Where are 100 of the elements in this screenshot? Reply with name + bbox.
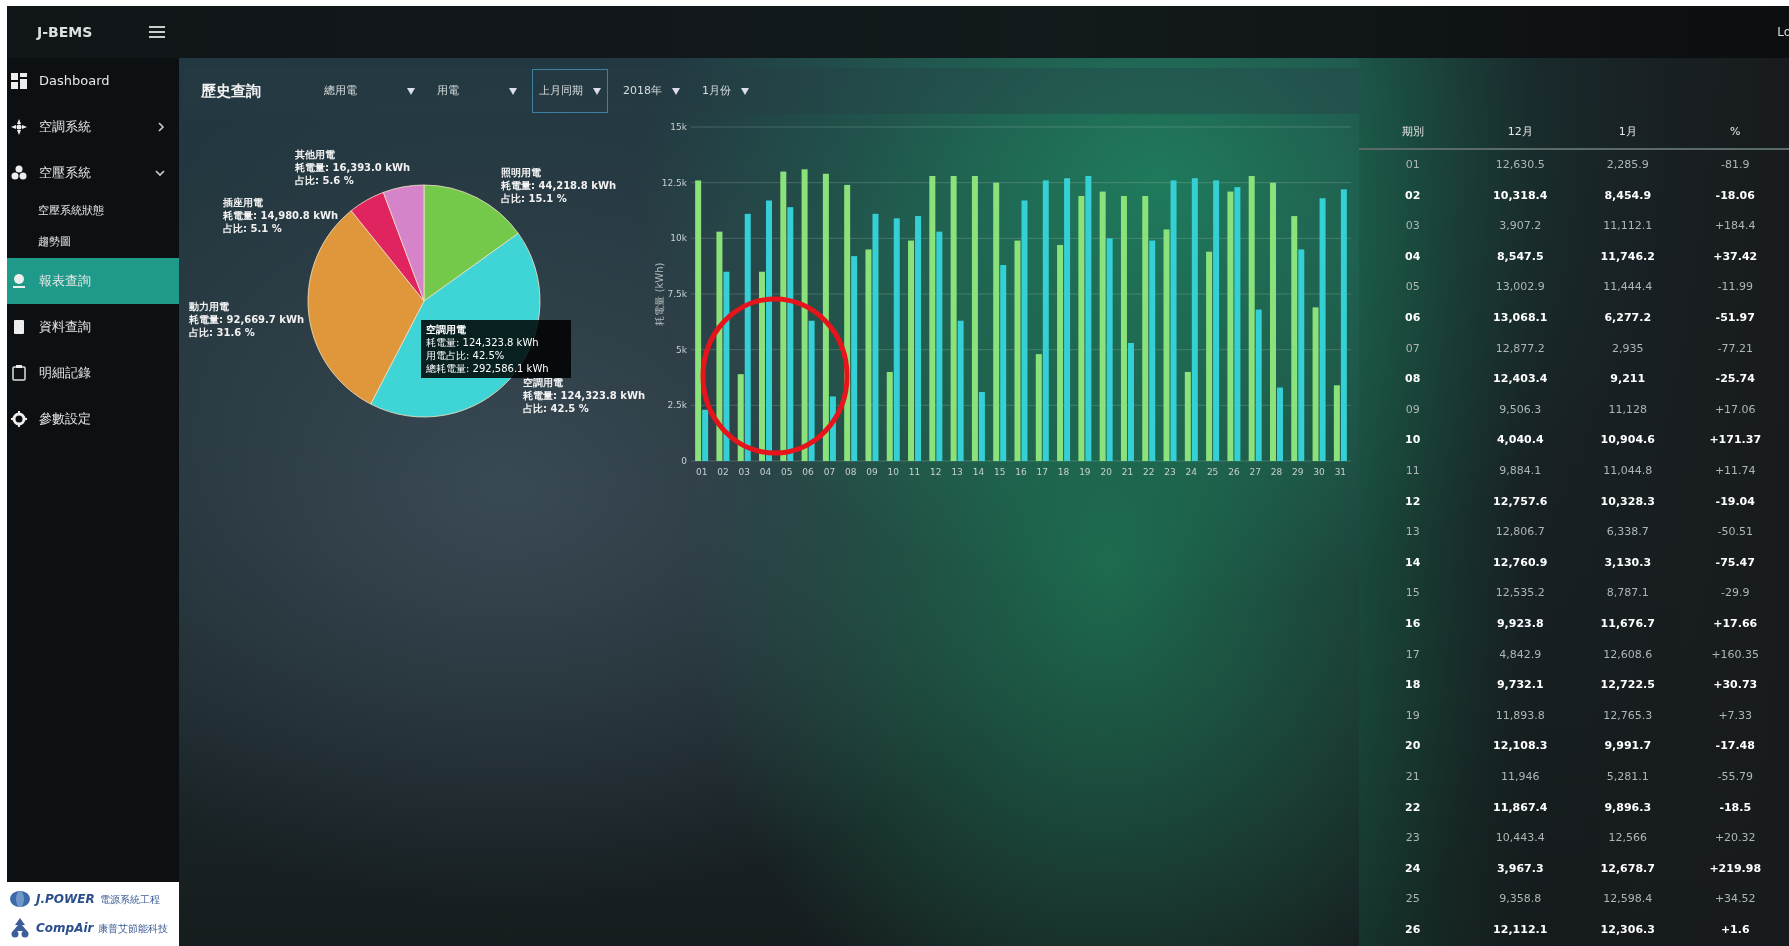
table-cell-text: 6,277.2 bbox=[1603, 310, 1653, 326]
table-cell-text: 12,535.2 bbox=[1494, 585, 1546, 602]
table-cell-text: +17.66 bbox=[1712, 615, 1759, 632]
logo-subtitle: 電源系統工程 bbox=[99, 892, 160, 907]
axis-label: 7.5k bbox=[667, 289, 687, 299]
clipboard-icon bbox=[11, 365, 27, 381]
table-cell-text: 11,112.1 bbox=[1602, 218, 1654, 235]
table-cell-text: -25.74 bbox=[1714, 371, 1756, 388]
table-cell-text: 12,566 bbox=[1607, 830, 1648, 847]
axis-label: 14 bbox=[972, 467, 985, 477]
table-cell-text: 9,991.7 bbox=[1603, 738, 1653, 755]
axis-label: 09 bbox=[866, 467, 878, 477]
table-cell-text: 12,108.3 bbox=[1492, 738, 1549, 755]
table-cell-text: 01 bbox=[1404, 157, 1421, 174]
sidebar-item[interactable]: 空調系統 bbox=[7, 104, 179, 150]
table-cell-text: 6,338.7 bbox=[1605, 524, 1650, 541]
slice-label: 插座用電 耗電量: 14,980.8 kWh 占比: 5.1 % bbox=[223, 197, 339, 234]
table-cell-text: 22 bbox=[1404, 799, 1422, 816]
table-cell-text: 10 bbox=[1404, 432, 1422, 449]
sidebar-item[interactable]: 參數設定 bbox=[7, 396, 179, 442]
table-cell-text: 12,630.5 bbox=[1494, 157, 1546, 174]
slice-label: 空調用電 耗電量: 124,323.8 kWh 占比: 42.5 % bbox=[523, 377, 646, 414]
caret-icon bbox=[741, 87, 749, 95]
table-cell-text: 25 bbox=[1404, 891, 1421, 908]
table-cell-text: +7.33 bbox=[1717, 707, 1754, 724]
table-cell-text: +37.42 bbox=[1712, 248, 1759, 265]
table-cell-text: 9,896.3 bbox=[1603, 799, 1653, 816]
table-cell-text: 10,328.3 bbox=[1599, 493, 1656, 510]
table-cell-text: -19.04 bbox=[1714, 493, 1756, 510]
table-cell-text: 12,403.4 bbox=[1492, 371, 1549, 388]
table-cell-text: 11,746.2 bbox=[1599, 248, 1656, 265]
table-cell-text: 5,281.1 bbox=[1605, 768, 1650, 785]
table-cell-text: 20 bbox=[1404, 738, 1422, 755]
table-cell-text: -17.48 bbox=[1714, 738, 1756, 755]
table-cell-text: 12,608.6 bbox=[1602, 646, 1654, 663]
sidebar-subitem[interactable]: 趨勢圖 bbox=[7, 227, 179, 258]
table-cell-text: 02 bbox=[1404, 187, 1422, 204]
filter-dropdown[interactable]: 上月同期 bbox=[532, 69, 608, 113]
column-header: 12月 bbox=[1506, 123, 1534, 140]
table-cell-text: 8,454.9 bbox=[1603, 187, 1653, 204]
sidebar-item[interactable]: 空壓系統 bbox=[7, 150, 179, 196]
axis-label: 03 bbox=[738, 467, 750, 477]
sidebar-subitem[interactable]: 空壓系統狀態 bbox=[7, 196, 179, 227]
axis-label: 31 bbox=[1334, 467, 1347, 477]
axis-label: 23 bbox=[1164, 467, 1176, 477]
table-cell-text: 07 bbox=[1404, 340, 1421, 357]
table-cell-text: 8,787.1 bbox=[1605, 585, 1650, 602]
table-cell-text: 12,598.4 bbox=[1602, 891, 1654, 908]
axis-label: 29 bbox=[1292, 467, 1304, 477]
table-cell-text: 12,678.7 bbox=[1599, 860, 1656, 877]
axis-label: 25 bbox=[1206, 467, 1219, 477]
filter-dropdown[interactable]: 1月份 bbox=[695, 69, 756, 113]
table-cell-text: 11,946 bbox=[1500, 768, 1541, 785]
cluster-icon bbox=[11, 165, 27, 181]
table-cell-text: 13,002.9 bbox=[1494, 279, 1546, 296]
table-cell-text: 12,112.1 bbox=[1492, 921, 1549, 938]
table-cell-text: 4,040.4 bbox=[1495, 432, 1545, 449]
table-cell-text: 19 bbox=[1404, 707, 1421, 724]
table-cell-text: 12,806.7 bbox=[1494, 524, 1546, 541]
sidebar-item[interactable]: 明細記錄 bbox=[7, 350, 179, 396]
axis-label: 07 bbox=[823, 467, 836, 477]
filter-dropdown[interactable]: 用電 bbox=[430, 69, 524, 113]
caret-icon bbox=[407, 87, 415, 95]
caret-icon bbox=[509, 87, 517, 95]
table-cell-text: 9,923.8 bbox=[1495, 615, 1545, 632]
table-cell-text: 9,884.1 bbox=[1498, 463, 1543, 479]
axis-label: 19 bbox=[1079, 467, 1091, 477]
filter-dropdown[interactable]: 2018年 bbox=[616, 69, 687, 113]
menu-icon[interactable] bbox=[149, 26, 165, 38]
table-cell-text: -11.99 bbox=[1716, 279, 1754, 296]
axis-label: 11 bbox=[908, 467, 921, 477]
axis-label: 18 bbox=[1057, 467, 1070, 477]
table-cell-text: 9,732.1 bbox=[1495, 677, 1545, 694]
filter-dropdown[interactable]: 總用電 bbox=[317, 69, 422, 113]
table-cell-text: 12,765.3 bbox=[1602, 707, 1654, 724]
table-cell-text: +17.06 bbox=[1713, 401, 1757, 418]
column-header: 期別 bbox=[1400, 123, 1425, 140]
globe-icon bbox=[9, 890, 31, 908]
table-cell-text: 13,068.1 bbox=[1492, 310, 1549, 326]
table-cell-text: 12 bbox=[1404, 493, 1422, 510]
axis-label: 21 bbox=[1121, 467, 1134, 477]
column-header: 1月 bbox=[1617, 123, 1638, 140]
slice-label: 其他用電 耗電量: 16,393.0 kWh 占比: 5.6 % bbox=[295, 149, 411, 186]
table-cell-text: 4,842.9 bbox=[1498, 646, 1543, 663]
table-cell-text: 11,444.4 bbox=[1602, 279, 1654, 296]
table-cell-text: -50.51 bbox=[1716, 524, 1754, 541]
table-cell-text: 03 bbox=[1404, 218, 1421, 235]
table-cell-text: 24 bbox=[1404, 860, 1422, 877]
axis-label: 28 bbox=[1270, 467, 1283, 477]
axis-label: 16 bbox=[1015, 467, 1027, 477]
axis-label: 30 bbox=[1313, 467, 1325, 477]
sidebar-item[interactable]: 資料查詢 bbox=[7, 304, 179, 350]
table-cell-text: -29.9 bbox=[1720, 585, 1751, 602]
sidebar-item[interactable]: Dashboard bbox=[7, 58, 179, 104]
table-cell-text: 13 bbox=[1404, 524, 1421, 541]
slice-label: 照明用電 耗電量: 44,218.8 kWh 占比: 15.1 % bbox=[501, 167, 617, 204]
table-cell-text: -75.47 bbox=[1714, 554, 1756, 571]
table-cell-text: +184.4 bbox=[1713, 218, 1757, 235]
table-cell-text: 9,506.3 bbox=[1498, 401, 1543, 418]
table-cell-text: 8,547.5 bbox=[1495, 248, 1545, 265]
